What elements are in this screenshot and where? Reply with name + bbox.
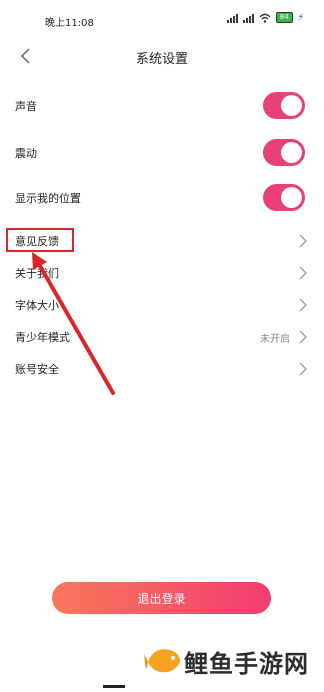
location-toggle[interactable]	[263, 184, 305, 211]
wifi-icon	[259, 13, 271, 23]
page-title: 系统设置	[135, 52, 188, 67]
signal-icon	[226, 13, 238, 23]
toggle-knob	[281, 187, 302, 208]
vibrate-toggle[interactable]	[263, 139, 305, 166]
menu-item-font-size[interactable]: 字体大小	[0, 289, 324, 321]
row-label: 震动	[15, 147, 37, 160]
row-label: 账号安全	[15, 363, 59, 376]
row-label: 字体大小	[15, 299, 59, 312]
status-icons: 84 ⚡	[226, 12, 304, 23]
menu-item-teen-mode[interactable]: 青少年模式 未开启	[0, 321, 324, 353]
charging-icon: ⚡	[297, 12, 304, 23]
teen-mode-status: 未开启	[260, 334, 290, 345]
battery-icon: 84	[275, 12, 293, 23]
toggle-knob	[281, 142, 302, 163]
row-label: 关于我们	[15, 267, 59, 280]
header: 系统设置	[0, 40, 324, 72]
status-bar: 晚上11:08 84 ⚡	[0, 0, 324, 34]
chevron-right-icon	[299, 298, 307, 312]
chevron-right-icon	[299, 330, 307, 344]
watermark-text: 鲤鱼手游网	[184, 650, 309, 678]
row-label: 青少年模式	[15, 331, 70, 344]
setting-row-location: 显示我的位置	[0, 182, 324, 214]
toggle-knob	[281, 95, 302, 116]
sound-toggle[interactable]	[263, 92, 305, 119]
watermark: 鲤鱼手游网	[142, 622, 324, 692]
carp-logo-icon	[144, 649, 180, 673]
logout-button[interactable]: 退出登录	[52, 582, 271, 614]
setting-row-sound: 声音	[0, 90, 324, 122]
chevron-right-icon	[299, 266, 307, 280]
menu-item-account-security[interactable]: 账号安全	[0, 353, 324, 385]
menu-item-about[interactable]: 关于我们	[0, 257, 324, 289]
setting-row-vibrate: 震动	[0, 137, 324, 169]
chevron-right-icon	[299, 362, 307, 376]
row-label: 声音	[15, 100, 37, 113]
chevron-right-icon	[299, 234, 307, 248]
row-label: 显示我的位置	[15, 192, 81, 205]
status-time: 晚上11:08	[45, 18, 94, 29]
home-indicator	[103, 685, 125, 688]
signal-icon-2	[242, 13, 254, 23]
annotation-highlight-box	[6, 228, 74, 252]
